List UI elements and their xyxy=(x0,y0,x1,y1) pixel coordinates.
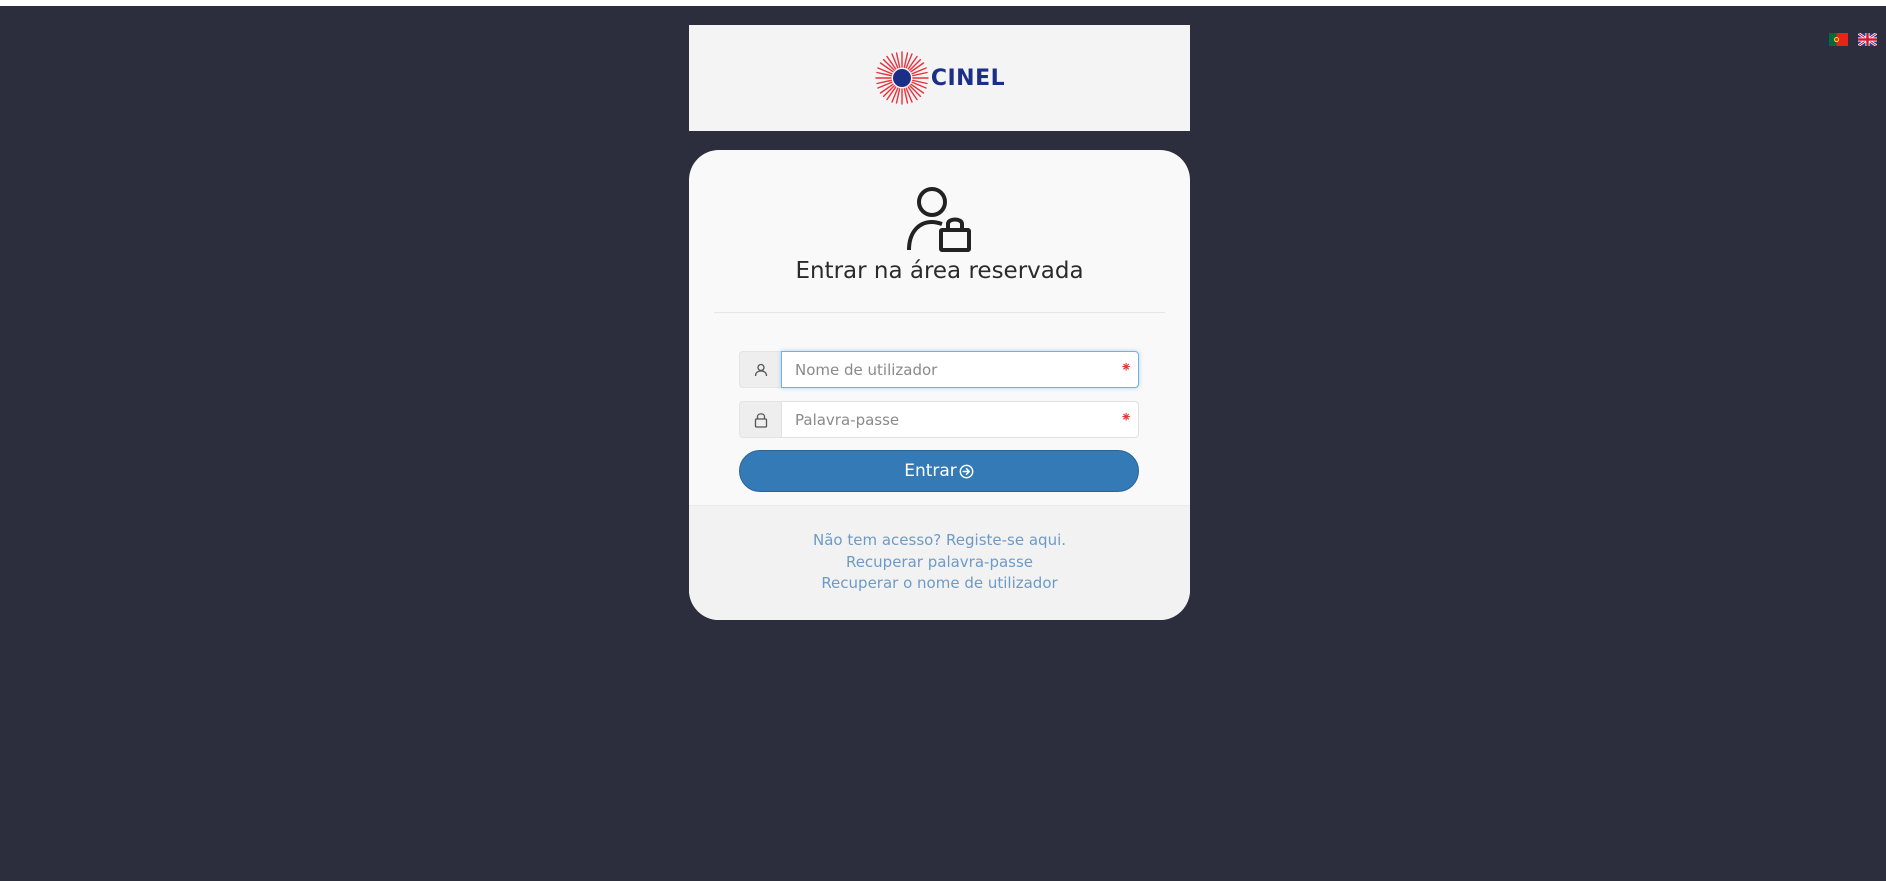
language-switcher xyxy=(1829,33,1877,46)
username-addon xyxy=(739,351,781,388)
login-button[interactable]: Entrar xyxy=(739,450,1139,492)
sunburst-logo-icon xyxy=(875,51,929,105)
login-title: Entrar na área reservada xyxy=(795,258,1084,284)
recover-username-link[interactable]: Recuperar o nome de utilizador xyxy=(689,573,1190,595)
login-button-label: Entrar xyxy=(904,461,957,481)
cinel-logo[interactable]: CINEL xyxy=(874,50,1005,106)
arrow-circle-right-icon xyxy=(959,464,974,478)
user-icon xyxy=(754,363,767,376)
lock-icon xyxy=(754,412,767,428)
register-link[interactable]: Não tem acesso? Registe-se aqui. xyxy=(689,530,1190,552)
uk-flag-icon[interactable] xyxy=(1858,33,1877,46)
user-lock-icon xyxy=(906,187,971,252)
portugal-flag-icon[interactable] xyxy=(1829,33,1848,46)
logo-header: CINEL xyxy=(689,25,1190,131)
logo-text: CINEL xyxy=(930,65,1006,91)
required-marker: ⁕ xyxy=(1120,410,1132,426)
required-marker: ⁕ xyxy=(1120,360,1132,376)
divider xyxy=(714,312,1165,313)
username-field-group: ⁕ xyxy=(739,351,1139,388)
footer-links: Não tem acesso? Registe-se aqui. Recuper… xyxy=(689,530,1190,595)
login-card: Entrar na área reservada ⁕ ⁕ Entrar xyxy=(689,150,1190,620)
recover-password-link[interactable]: Recuperar palavra-passe xyxy=(689,552,1190,574)
username-input-wrap: ⁕ xyxy=(781,351,1139,388)
password-field-group: ⁕ xyxy=(739,401,1139,438)
password-input-wrap: ⁕ xyxy=(781,401,1139,438)
card-footer: Não tem acesso? Registe-se aqui. Recuper… xyxy=(689,505,1190,620)
username-input[interactable] xyxy=(781,351,1139,388)
password-input[interactable] xyxy=(781,401,1139,438)
top-strip xyxy=(0,0,1886,6)
password-addon xyxy=(739,401,781,438)
